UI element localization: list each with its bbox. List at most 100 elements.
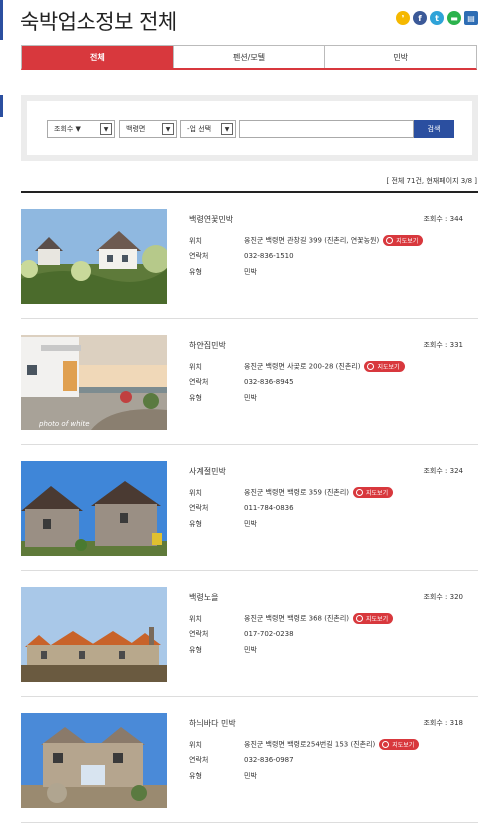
type-label: 유형 xyxy=(189,772,202,780)
location-label: 위치 xyxy=(189,362,202,371)
type-label: 유형 xyxy=(189,268,202,276)
view-count-value: 324 xyxy=(449,467,463,475)
search-panel: 조회수 ▼ ▼ 백령면 ▼ -업 선택 ▼ 검색 xyxy=(21,95,478,161)
category-tabs: 전체 펜션/모텔 민박 xyxy=(21,45,477,70)
map-view-label: 지도보기 xyxy=(366,616,389,623)
lodging-name[interactable]: 사계절민박 xyxy=(189,466,226,477)
location-value: 옹진군 백령면 백령로254번길 153 (진촌리) xyxy=(244,740,376,749)
chevron-down-icon: ▼ xyxy=(221,123,233,135)
contact-row: 연락처 032-836-1510 xyxy=(189,251,294,261)
tab-pension-motel[interactable]: 펜션/모텔 xyxy=(172,46,325,68)
contact-label: 연락처 xyxy=(189,378,209,386)
view-count: 조회수 : 318 xyxy=(423,718,463,728)
share-toolbar: ❜ f t ▬ ▤ xyxy=(396,11,478,25)
region-select-value: 백령면 xyxy=(126,125,146,133)
contact-row: 연락처 011-784-0836 xyxy=(189,503,294,513)
view-count-value: 318 xyxy=(449,719,463,727)
list-item: 백령노을 조회수 : 320 위치 옹진군 백령면 백령로 368 (진촌리) 지도… xyxy=(21,571,478,697)
list-item: photo of white 하얀집민박 조회수 : 331 위치 옹진군 백령면… xyxy=(21,319,478,445)
list-item: 사계절민박 조회수 : 324 위치 옹진군 백령면 백령로 359 (진촌리) 지… xyxy=(21,445,478,571)
kakaostory-icon[interactable]: ❜ xyxy=(396,11,410,25)
contact-value: 032-836-8945 xyxy=(244,378,294,386)
contact-row: 연락처 017-702-0238 xyxy=(189,629,294,639)
contact-value: 017-702-0238 xyxy=(244,630,294,638)
contact-value: 032-836-0987 xyxy=(244,756,294,764)
location-label: 위치 xyxy=(189,236,202,245)
location-value: 옹진군 백령면 관창길 399 (진촌리, 연꽃농원) xyxy=(244,236,380,245)
map-pin-icon xyxy=(356,489,364,496)
line-icon[interactable]: ▬ xyxy=(447,11,461,25)
location-row: 위치 옹진군 백령면 백령로 368 (진촌리) 지도보기 xyxy=(189,613,394,624)
sort-select-value: 조회수 ▼ xyxy=(54,125,81,133)
map-view-label: 지도보기 xyxy=(377,364,400,371)
contact-label: 연락처 xyxy=(189,630,209,638)
view-count-label: 조회수 : xyxy=(423,467,450,475)
location-row: 위치 옹진군 백령면 사곶로 200-28 (진촌리) 지도보기 xyxy=(189,361,405,372)
lodging-name[interactable]: 하얀집민박 xyxy=(189,340,226,351)
lodging-name[interactable]: 백령노을 xyxy=(189,592,218,603)
view-count-label: 조회수 : xyxy=(423,341,450,349)
contact-row: 연락처 032-836-8945 xyxy=(189,377,294,387)
location-label: 위치 xyxy=(189,740,202,749)
map-view-button[interactable]: 지도보기 xyxy=(364,361,405,372)
search-input[interactable] xyxy=(239,120,414,138)
view-count-value: 320 xyxy=(449,593,463,601)
type-row: 유형 민박 xyxy=(189,645,257,655)
lodging-name[interactable]: 하늬바다 민박 xyxy=(189,718,236,729)
type-row: 유형 민박 xyxy=(189,519,257,529)
map-view-button[interactable]: 지도보기 xyxy=(353,487,394,498)
photo-watermark: photo of white xyxy=(39,420,90,428)
chevron-down-icon: ▼ xyxy=(162,123,174,135)
region-select[interactable]: 백령면 ▼ xyxy=(119,120,177,138)
tab-all[interactable]: 전체 xyxy=(22,46,173,68)
contact-label: 연락처 xyxy=(189,756,209,764)
chevron-down-icon: ▼ xyxy=(100,123,112,135)
contact-label: 연락처 xyxy=(189,252,209,260)
type-label: 유형 xyxy=(189,520,202,528)
type-value: 민박 xyxy=(244,772,257,780)
type-value: 민박 xyxy=(244,646,257,654)
map-pin-icon xyxy=(382,741,390,748)
twitter-icon[interactable]: t xyxy=(430,11,444,25)
lodging-photo[interactable] xyxy=(21,713,167,808)
type-select[interactable]: -업 선택 ▼ xyxy=(180,120,236,138)
contact-label: 연락처 xyxy=(189,504,209,512)
lodging-photo[interactable] xyxy=(21,587,167,682)
location-value: 옹진군 백령면 사곶로 200-28 (진촌리) xyxy=(244,362,361,371)
map-view-label: 지도보기 xyxy=(396,238,419,245)
map-view-button[interactable]: 지도보기 xyxy=(353,613,394,624)
search-button[interactable]: 검색 xyxy=(414,120,454,138)
lodging-photo[interactable] xyxy=(21,461,167,556)
contact-value: 032-836-1510 xyxy=(244,252,294,260)
location-value: 옹진군 백령면 백령로 368 (진촌리) xyxy=(244,614,350,623)
location-row: 위치 옹진군 백령면 관창길 399 (진촌리, 연꽃농원) 지도보기 xyxy=(189,235,424,246)
view-count-label: 조회수 : xyxy=(423,215,450,223)
lodging-name[interactable]: 백령연꽃민박 xyxy=(189,214,233,225)
map-view-button[interactable]: 지도보기 xyxy=(379,739,420,750)
view-count: 조회수 : 331 xyxy=(423,340,463,350)
facebook-icon[interactable]: f xyxy=(413,11,427,25)
left-accent-bar xyxy=(0,95,3,117)
view-count-value: 344 xyxy=(449,215,463,223)
list-item: 하늬바다 민박 조회수 : 318 위치 옹진군 백령면 백령로254번길 153… xyxy=(21,697,478,823)
map-view-label: 지도보기 xyxy=(392,742,415,749)
map-pin-icon xyxy=(386,237,394,244)
lodging-photo[interactable] xyxy=(21,209,167,304)
tab-minbak[interactable]: 민박 xyxy=(324,46,477,68)
view-count: 조회수 : 320 xyxy=(423,592,463,602)
view-count-label: 조회수 : xyxy=(423,593,450,601)
location-label: 위치 xyxy=(189,488,202,497)
view-count-label: 조회수 : xyxy=(423,719,450,727)
type-label: 유형 xyxy=(189,394,202,402)
lodging-photo[interactable]: photo of white xyxy=(21,335,167,430)
type-row: 유형 민박 xyxy=(189,267,257,277)
contact-value: 011-784-0836 xyxy=(244,504,294,512)
page-title: 숙박업소정보 전체 xyxy=(20,10,177,34)
print-icon[interactable]: ▤ xyxy=(464,11,478,25)
sort-select[interactable]: 조회수 ▼ ▼ xyxy=(47,120,115,138)
map-view-button[interactable]: 지도보기 xyxy=(383,235,424,246)
type-value: 민박 xyxy=(244,268,257,276)
list-item: 백령연꽃민박 조회수 : 344 위치 옹진군 백령면 관창길 399 (진촌리,… xyxy=(21,193,478,319)
location-row: 위치 옹진군 백령면 백령로 359 (진촌리) 지도보기 xyxy=(189,487,394,498)
view-count: 조회수 : 324 xyxy=(423,466,463,476)
